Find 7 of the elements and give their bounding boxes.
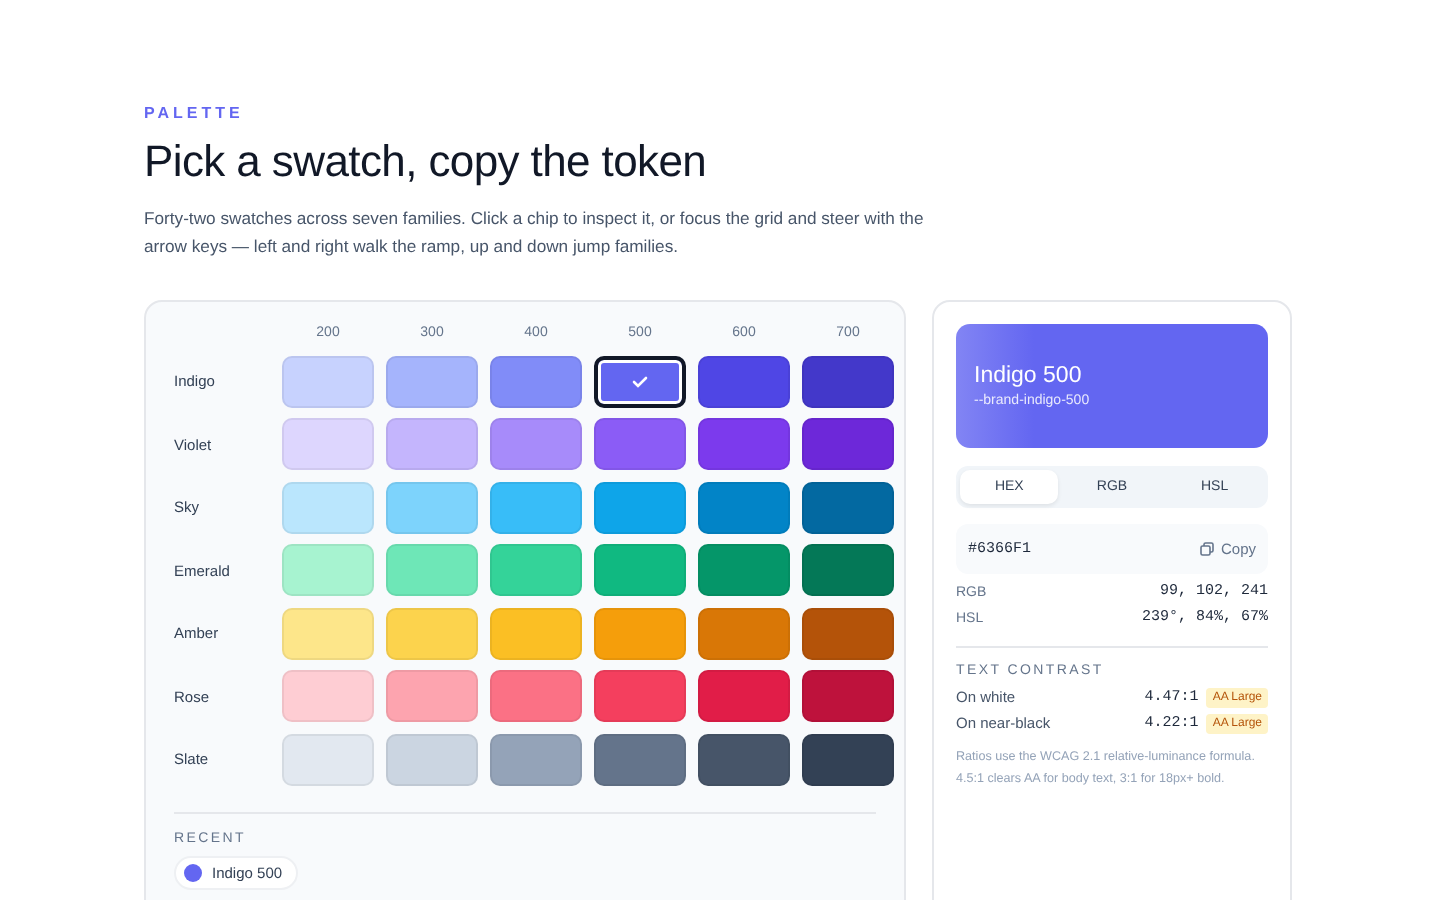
eyebrow-label: PALETTE bbox=[144, 104, 246, 122]
check-icon bbox=[632, 375, 648, 387]
page-description: Forty-two swatches across seven families. Click a chip to inspect it, or focus the grid and steer with the arrow keys — left and right walk the ramp, up and down jump families. bbox=[144, 206, 924, 260]
swatch[interactable] bbox=[594, 355, 686, 407]
swatch-name: Indigo 500 bbox=[974, 364, 1084, 388]
copy-icon bbox=[1200, 542, 1215, 556]
page-title: Pick a swatch, copy the token bbox=[144, 136, 709, 188]
